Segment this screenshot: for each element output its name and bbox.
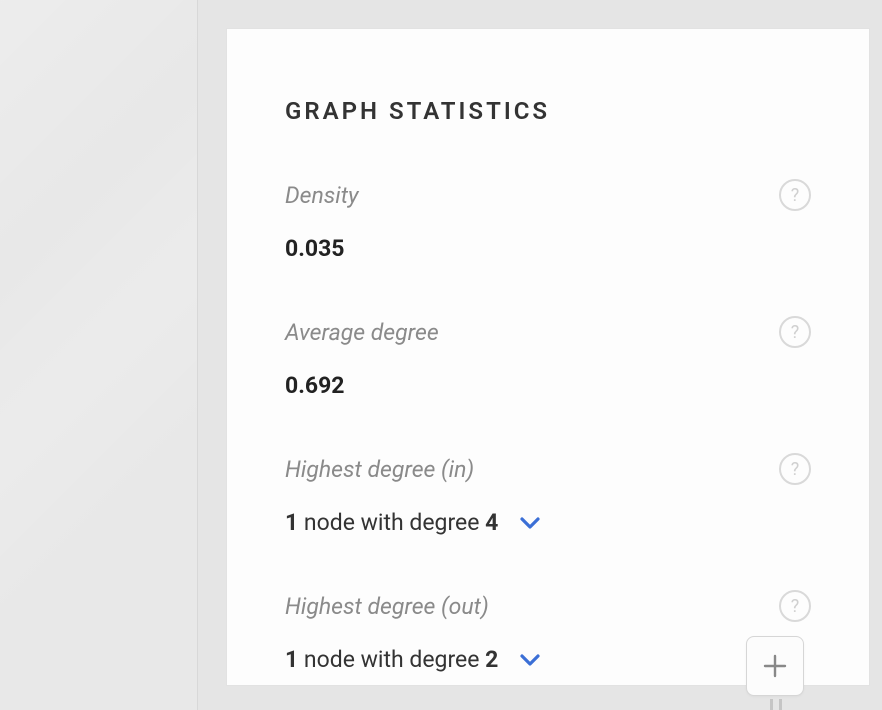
stat-average-degree-header: Average degree ?	[285, 316, 811, 348]
stat-density-label: Density	[285, 182, 359, 209]
stat-highest-in-count: 1	[285, 509, 298, 536]
stat-highest-out-header: Highest degree (out) ?	[285, 590, 811, 622]
stat-density-value: 0.035	[285, 235, 811, 262]
stat-highest-out-count: 1	[285, 646, 298, 673]
graph-statistics-panel: GRAPH STATISTICS Density ? 0.035 Average…	[226, 28, 870, 686]
stat-highest-out-text: 1 node with degree 2	[285, 646, 498, 673]
help-icon[interactable]: ?	[779, 590, 811, 622]
sidebar-background	[0, 0, 198, 710]
stat-highest-in-text: 1 node with degree 4	[285, 509, 498, 536]
stat-density: Density ? 0.035	[285, 179, 811, 262]
stat-highest-out-value-row: 1 node with degree 2	[285, 646, 811, 673]
stat-average-degree-value: 0.692	[285, 372, 811, 399]
stat-highest-degree-in: Highest degree (in) ? 1 node with degree…	[285, 453, 811, 536]
stat-highest-in-value-row: 1 node with degree 4	[285, 509, 811, 536]
help-icon[interactable]: ?	[779, 316, 811, 348]
stat-highest-in-mid: node with degree	[298, 509, 485, 536]
plus-icon	[762, 653, 788, 679]
stat-highest-in-header: Highest degree (in) ?	[285, 453, 811, 485]
chevron-down-icon[interactable]	[518, 648, 542, 672]
stat-average-degree: Average degree ? 0.692	[285, 316, 811, 399]
stat-average-degree-label: Average degree	[285, 319, 439, 346]
stat-highest-degree-out: Highest degree (out) ? 1 node with degre…	[285, 590, 811, 673]
stat-highest-out-degree: 2	[485, 646, 498, 673]
slider-handle[interactable]	[770, 699, 782, 710]
add-button[interactable]	[746, 636, 804, 696]
stat-highest-out-label: Highest degree (out)	[285, 593, 489, 620]
stat-highest-out-mid: node with degree	[298, 646, 485, 673]
stat-highest-in-degree: 4	[485, 509, 498, 536]
stat-highest-in-label: Highest degree (in)	[285, 456, 474, 483]
help-icon[interactable]: ?	[779, 179, 811, 211]
panel-title: GRAPH STATISTICS	[285, 97, 811, 125]
chevron-down-icon[interactable]	[518, 511, 542, 535]
stat-density-header: Density ?	[285, 179, 811, 211]
help-icon[interactable]: ?	[779, 453, 811, 485]
